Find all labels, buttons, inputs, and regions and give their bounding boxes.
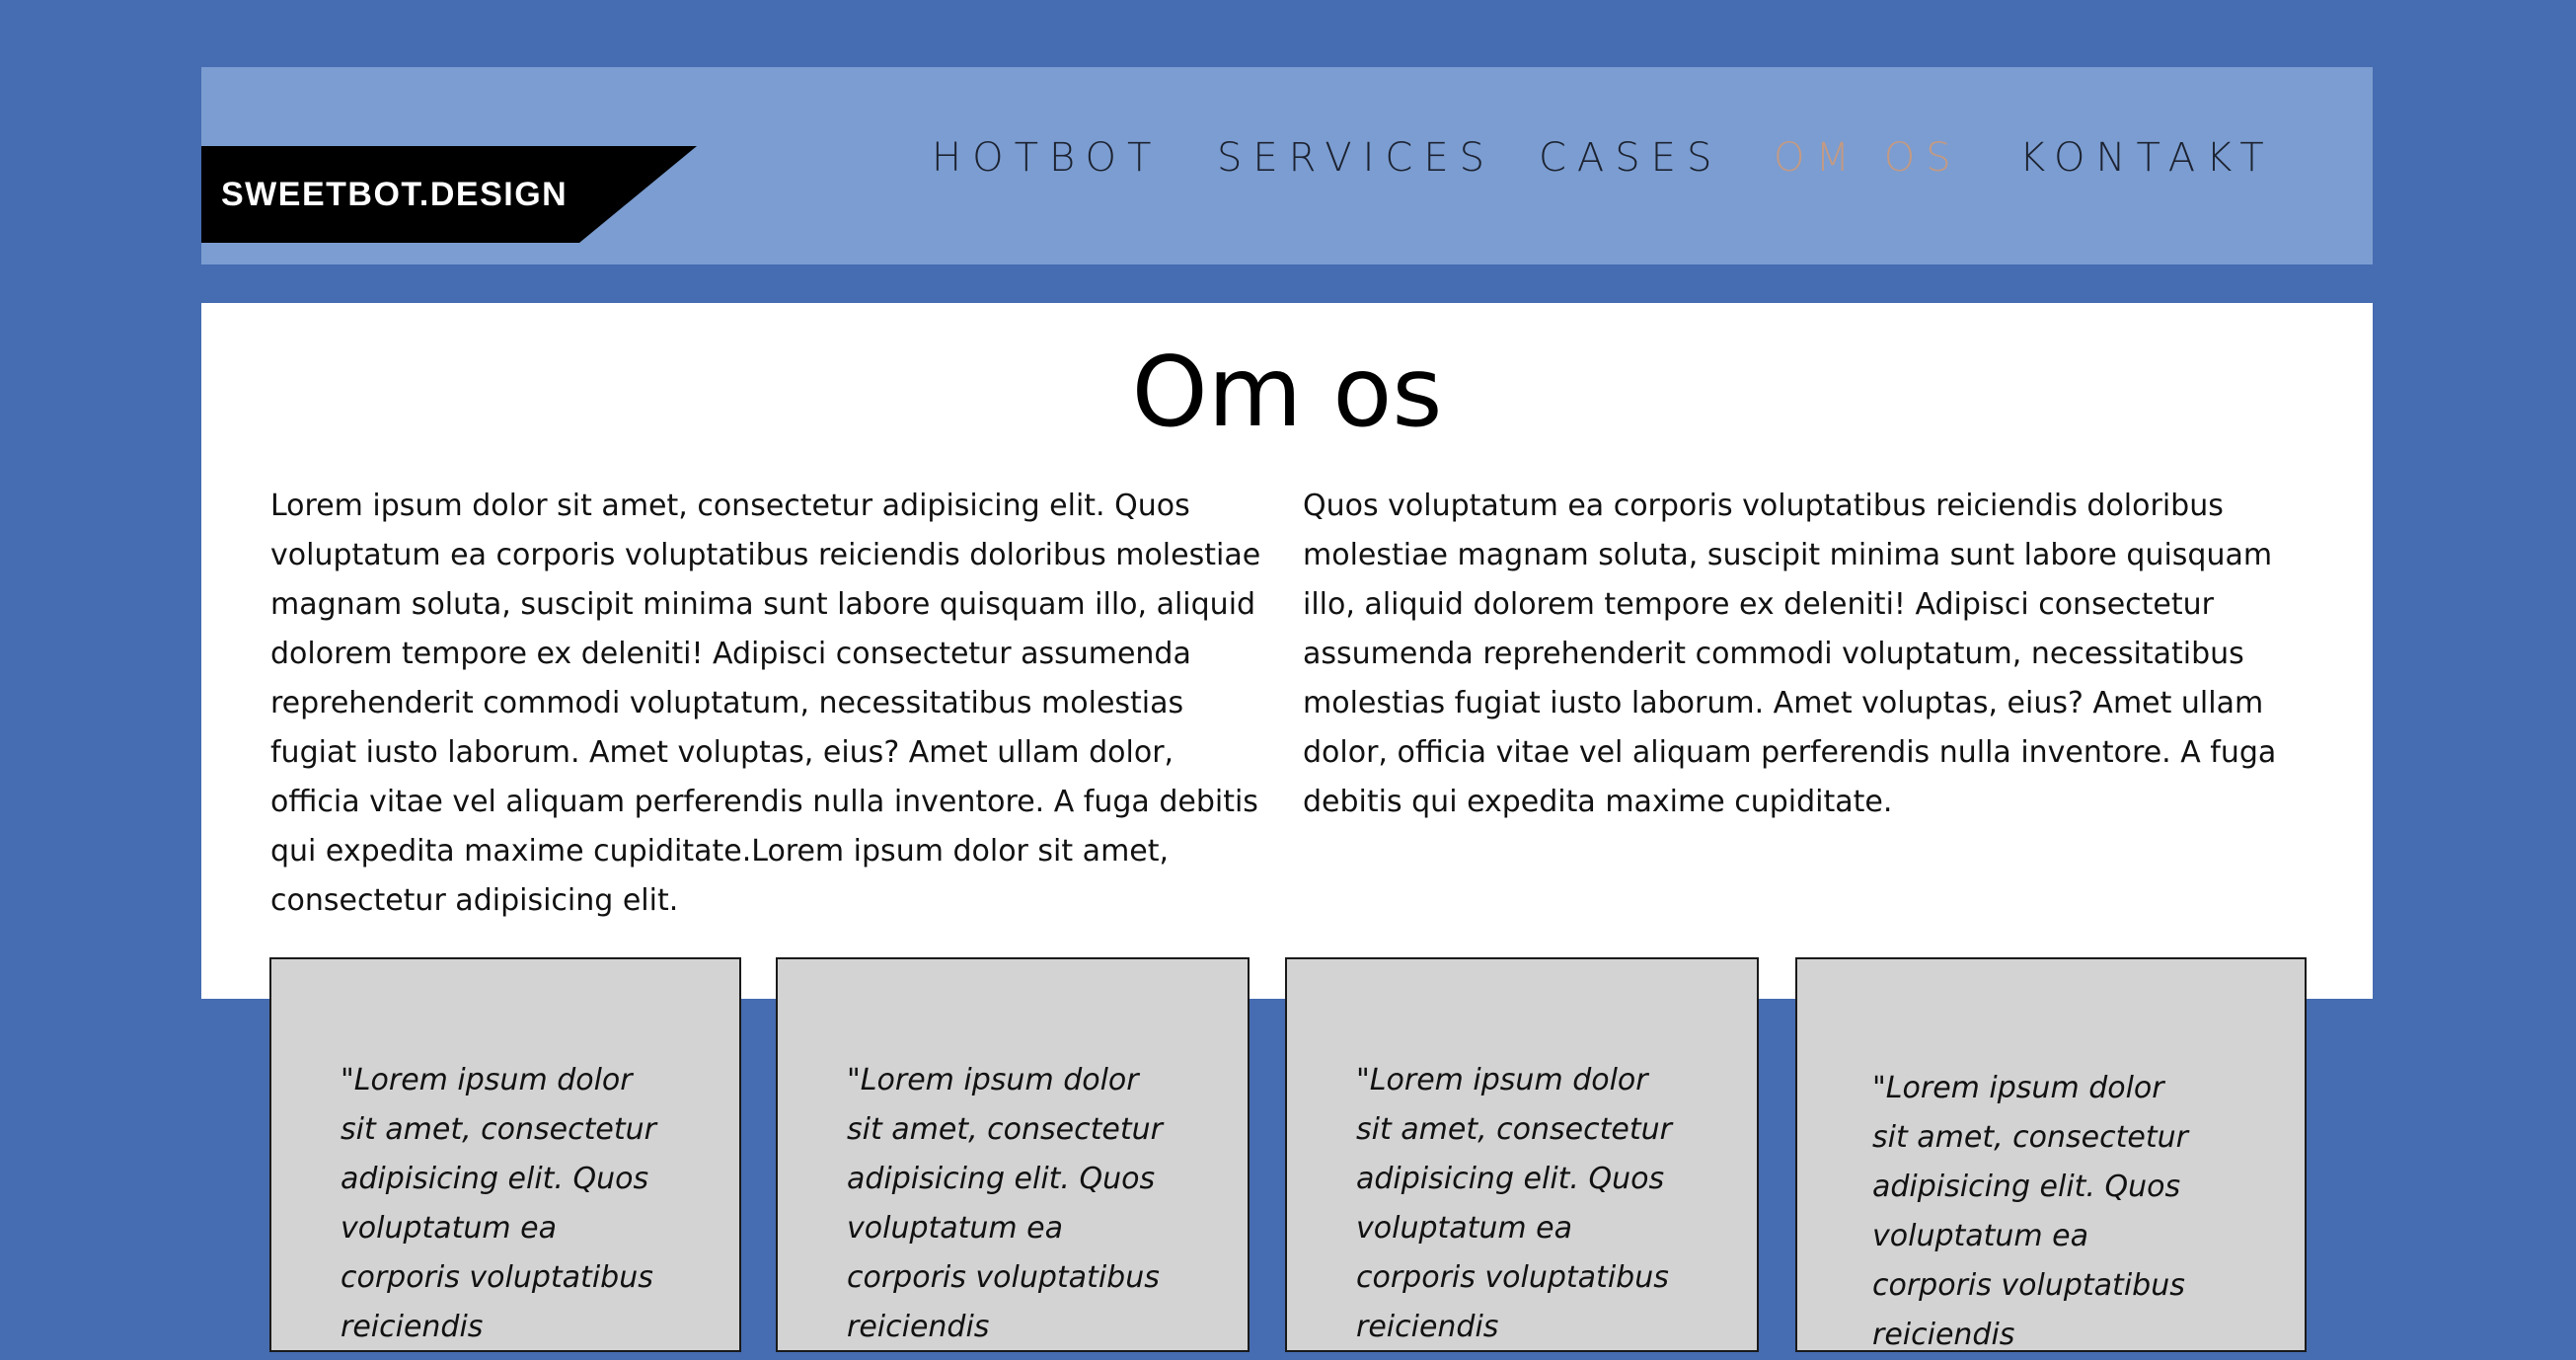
nav-link-cases[interactable]: CASES [1539,67,1722,249]
about-paragraph-left: Lorem ipsum dolor sit amet, consectetur … [270,489,1261,918]
testimonial-quote: "Lorem ipsum dolor sit amet, consectetur… [1356,1063,1672,1344]
testimonial-quote: "Lorem ipsum dolor sit amet, consectetur… [847,1063,1163,1344]
logo-text: SWEETBOT.DESIGN [221,176,568,213]
page-title: Om os [1131,337,1443,449]
site-logo[interactable]: SWEETBOT.DESIGN [201,146,697,243]
testimonial-card: "Lorem ipsum dolor sit amet, consectetur… [1795,957,2307,1352]
nav-link-om-os[interactable]: OM OS [1774,67,1962,249]
site-header: SWEETBOT.DESIGN HOTBOT SERVICES CASES OM… [201,67,2373,264]
about-paragraph-right: Quos voluptatum ea corporis voluptatibus… [1303,489,2277,819]
testimonial-card: "Lorem ipsum dolor sit amet, consectetur… [1285,957,1759,1352]
nav-link-hotbot[interactable]: HOTBOT [932,67,1162,249]
testimonial-card: "Lorem ipsum dolor sit amet, consectetur… [269,957,741,1352]
testimonial-quote: "Lorem ipsum dolor sit amet, consectetur… [341,1063,656,1344]
testimonial-card: "Lorem ipsum dolor sit amet, consectetur… [776,957,1250,1352]
about-section: Om os Lorem ipsum dolor sit amet, consec… [201,303,2373,999]
nav-link-services[interactable]: SERVICES [1217,67,1495,249]
testimonial-quote: "Lorem ipsum dolor sit amet, consectetur… [1872,1071,2188,1352]
nav-link-kontakt[interactable]: KONTAKT [2019,67,2275,249]
